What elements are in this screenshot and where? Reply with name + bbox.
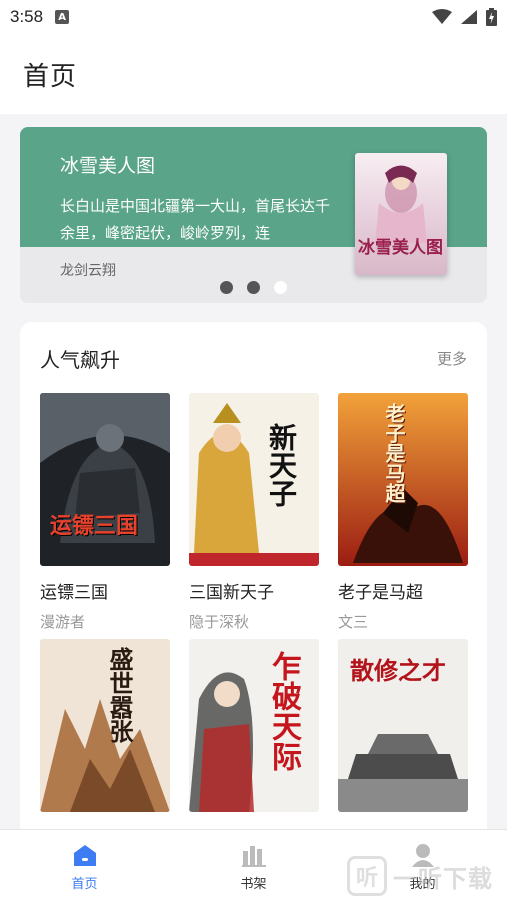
book-title: 三国新天子 xyxy=(189,583,274,603)
accessibility-notification-icon: A xyxy=(55,10,70,24)
pagination-dot-active[interactable] xyxy=(274,281,287,294)
cover-title: 老子是马超 xyxy=(382,403,406,503)
cover-title: 盛世嚣张 xyxy=(105,647,134,743)
watermark-text: 一听下载 xyxy=(393,864,493,893)
cover-art xyxy=(40,393,170,566)
book-card[interactable]: 散修之才 散修之才之我 xyxy=(338,639,468,849)
nav-item-home[interactable]: 首页 xyxy=(0,830,169,903)
book-cover[interactable]: 新天子 xyxy=(189,393,319,566)
book-cover[interactable]: 老子是马超 xyxy=(338,393,468,566)
signal-icon xyxy=(461,10,477,24)
pagination-dot[interactable] xyxy=(247,281,260,294)
book-cover[interactable]: 散修之才 xyxy=(338,639,468,812)
banner-description: 长白山是中国北疆第一大山，首尾长达千余里，峰密起伏，峻岭罗列，连 xyxy=(60,197,331,242)
book-cover[interactable]: 乍破天际 xyxy=(189,639,319,812)
wifi-icon xyxy=(432,9,452,24)
pagination-dot[interactable] xyxy=(220,281,233,294)
banner-pagination xyxy=(20,281,487,294)
book-card[interactable]: 盛世嚣张 盛世嚣张 xyxy=(40,639,170,849)
nav-label: 书架 xyxy=(240,877,267,892)
section-title: 人气飙升 xyxy=(40,348,120,372)
book-author: 文三 xyxy=(338,613,369,631)
cover-title: 新天子 xyxy=(265,423,298,507)
status-bar: 3:58 A xyxy=(0,0,507,34)
banner-author: 龙剑云翔 xyxy=(60,263,116,279)
popular-section: 人气飙升 更多 运镖三国 运镖三国 漫游者 新天子 三国新天子 隐于深秋 老子是… xyxy=(20,322,487,882)
book-cover[interactable]: 盛世嚣张 xyxy=(40,639,170,812)
watermark-logo: 听 xyxy=(347,856,387,896)
book-title: 老子是马超 xyxy=(338,583,423,603)
featured-banner[interactable]: 冰雪美人图 长白山是中国北疆第一大山，首尾长达千余里，峰密起伏，峻岭罗列，连 龙… xyxy=(20,127,487,303)
home-icon xyxy=(73,845,96,866)
cover-title: 散修之才 xyxy=(350,656,446,685)
book-author: 隐于深秋 xyxy=(189,613,250,631)
banner-title: 冰雪美人图 xyxy=(60,155,156,177)
status-time: 3:58 xyxy=(10,7,44,26)
book-card[interactable]: 老子是马超 老子是马超 文三 xyxy=(338,393,468,632)
app-header: 首页 xyxy=(0,34,507,114)
watermark: 听 一听下载 xyxy=(347,856,493,896)
page-title: 首页 xyxy=(23,62,78,92)
nav-item-bookshelf[interactable]: 书架 xyxy=(169,830,338,903)
status-icons xyxy=(432,8,497,26)
book-author: 漫游者 xyxy=(40,613,86,631)
battery-charging-icon xyxy=(486,8,497,26)
banner-cover-title: 冰雪美人图 xyxy=(358,238,443,258)
book-card[interactable]: 新天子 三国新天子 隐于深秋 xyxy=(189,393,319,632)
book-cover[interactable]: 运镖三国 xyxy=(40,393,170,566)
book-title: 运镖三国 xyxy=(40,583,108,603)
more-link[interactable]: 更多 xyxy=(437,348,467,369)
cover-title: 运镖三国 xyxy=(50,513,139,539)
cover-title: 乍破天际 xyxy=(266,651,301,771)
bookshelf-icon xyxy=(241,846,266,867)
book-card[interactable]: 乍破天际 乍破天际 xyxy=(189,639,319,849)
banner-book-cover[interactable]: 冰雪美人图 xyxy=(355,153,447,275)
book-card[interactable]: 运镖三国 运镖三国 漫游者 xyxy=(40,393,170,632)
nav-label: 首页 xyxy=(71,877,98,892)
